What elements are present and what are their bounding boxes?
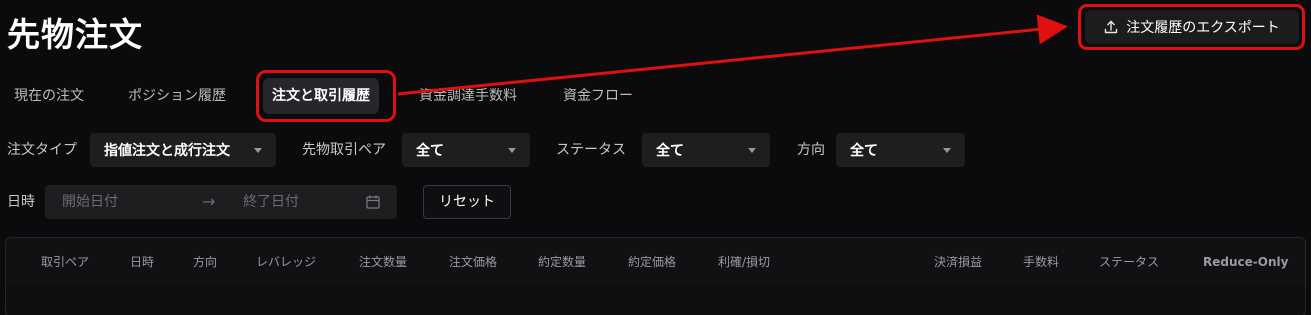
page-title: 先物注文 xyxy=(7,15,143,54)
table-header: 取引ペア 日時 方向 レバレッジ 注文数量 注文価格 約定数量 約定価格 利確/… xyxy=(6,238,1305,286)
column-header-direction[interactable]: 方向 xyxy=(193,238,217,286)
chevron-down-icon xyxy=(508,147,516,153)
column-header-order-qty[interactable]: 注文数量 xyxy=(359,238,407,286)
reset-button[interactable]: リセット xyxy=(423,185,511,219)
status-label: ステータス xyxy=(556,142,626,158)
filter-row: 注文タイプ 指値注文と成行注文 先物取引ペア 全て ステータス 全て 方向 全て xyxy=(0,133,1000,167)
export-order-history-button[interactable]: 注文履歴のエクスポート xyxy=(1084,10,1299,44)
column-header-time[interactable]: 日時 xyxy=(130,238,154,286)
futures-orders-page: 先物注文 注文履歴のエクスポート 現在の注文 ポジション履歴 注文と取引履歴 資… xyxy=(0,0,1311,315)
orders-table: 取引ペア 日時 方向 レバレッジ 注文数量 注文価格 約定数量 約定価格 利確/… xyxy=(5,237,1306,315)
order-type-label: 注文タイプ xyxy=(7,142,77,158)
date-filter-row: 日時 → リセット xyxy=(0,185,600,219)
column-header-order-price[interactable]: 注文価格 xyxy=(449,238,497,286)
chevron-down-icon xyxy=(254,147,262,153)
column-header-filled-qty[interactable]: 約定数量 xyxy=(538,238,586,286)
tab-bar: 現在の注文 ポジション履歴 注文と取引履歴 資金調達手数料 資金フロー xyxy=(0,78,700,114)
column-header-realized-pnl[interactable]: 決済損益 xyxy=(934,238,982,286)
start-date-input[interactable] xyxy=(62,185,192,219)
arrow-right-icon: → xyxy=(202,192,216,211)
date-label: 日時 xyxy=(7,194,35,210)
export-highlight-frame: 注文履歴のエクスポート xyxy=(1078,4,1305,50)
tab-funding-fees[interactable]: 資金調達手数料 xyxy=(419,78,517,114)
chevron-down-icon xyxy=(943,147,951,153)
order-type-select[interactable]: 指値注文と成行注文 xyxy=(90,133,276,167)
tab-order-trade-history[interactable]: 注文と取引履歴 xyxy=(263,78,379,114)
status-select[interactable]: 全て xyxy=(642,133,770,167)
tab-fund-flow[interactable]: 資金フロー xyxy=(563,78,633,114)
end-date-input[interactable] xyxy=(243,185,353,219)
pair-select[interactable]: 全て xyxy=(402,133,530,167)
direction-value: 全て xyxy=(850,143,878,159)
column-header-reduce-only[interactable]: Reduce-Only xyxy=(1203,238,1288,286)
calendar-icon[interactable] xyxy=(365,194,381,210)
tab-position-history[interactable]: ポジション履歴 xyxy=(128,78,226,114)
pair-label: 先物取引ペア xyxy=(302,142,386,158)
column-header-pair[interactable]: 取引ペア xyxy=(41,238,89,286)
status-value: 全て xyxy=(656,143,684,159)
direction-label: 方向 xyxy=(797,142,825,158)
order-type-value: 指値注文と成行注文 xyxy=(104,143,230,159)
column-header-leverage[interactable]: レバレッジ xyxy=(256,238,316,286)
export-button-label: 注文履歴のエクスポート xyxy=(1126,20,1280,36)
column-header-status[interactable]: ステータス xyxy=(1099,238,1159,286)
tab-current-orders[interactable]: 現在の注文 xyxy=(14,78,84,114)
column-header-filled-price[interactable]: 約定価格 xyxy=(628,238,676,286)
date-range-picker[interactable]: → xyxy=(45,185,397,219)
chevron-down-icon xyxy=(748,147,756,153)
column-header-tp-sl[interactable]: 利確/損切 xyxy=(718,238,770,286)
direction-select[interactable]: 全て xyxy=(836,133,965,167)
pair-value: 全て xyxy=(416,143,444,159)
column-header-fee[interactable]: 手数料 xyxy=(1023,238,1059,286)
upload-icon xyxy=(1105,20,1118,34)
